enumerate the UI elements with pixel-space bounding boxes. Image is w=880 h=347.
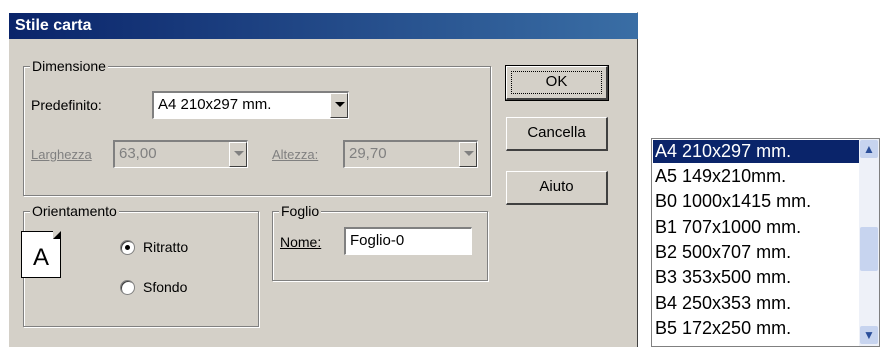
portrait-paper-icon: A xyxy=(21,231,61,278)
sfondo-label[interactable]: Sfondo xyxy=(143,279,187,295)
scrollbar-thumb[interactable] xyxy=(860,227,878,271)
aiuto-label: Aiuto xyxy=(539,178,574,195)
dialog-title: Stile carta xyxy=(15,17,92,34)
altezza-label: Altezza: xyxy=(272,147,319,162)
focus-rectangle xyxy=(511,71,602,94)
list-item[interactable]: B1 707x1000 mm. xyxy=(653,216,860,239)
predefinito-value: A4 210x297 mm. xyxy=(158,96,272,113)
list-item[interactable]: A5 149x210mm. xyxy=(653,165,860,188)
altezza-select: 29,70 xyxy=(343,140,478,168)
altezza-value: 29,70 xyxy=(349,145,387,162)
foglio-legend: Foglio xyxy=(279,203,322,219)
list-item[interactable]: B3 353x500 mm. xyxy=(653,266,860,289)
ritratto-radio[interactable] xyxy=(120,240,135,255)
nome-label: Nome: xyxy=(280,234,322,250)
scroll-up-icon[interactable]: ▲ xyxy=(860,140,878,158)
list-item[interactable]: A4 210x297 mm. xyxy=(653,140,860,163)
chevron-down-icon xyxy=(464,151,474,156)
chevron-down-icon xyxy=(335,102,345,107)
radio-selected-dot xyxy=(125,245,130,250)
predefinito-label: Predefinito: xyxy=(31,97,102,113)
sfondo-radio[interactable] xyxy=(120,280,135,295)
larghezza-value: 63,00 xyxy=(119,145,157,162)
dimensione-legend: Dimensione xyxy=(30,58,108,74)
aiuto-button[interactable]: Aiuto xyxy=(506,171,608,205)
ritratto-label[interactable]: Ritratto xyxy=(143,239,188,255)
nome-input[interactable]: Foglio-0 xyxy=(344,227,472,255)
altezza-dropdown-button xyxy=(459,142,477,167)
paper-letter: A xyxy=(32,244,49,271)
paper-size-listbox[interactable]: A4 210x297 mm. A5 149x210mm. B0 1000x141… xyxy=(651,138,880,347)
list-item[interactable]: B4 250x353 mm. xyxy=(653,292,860,315)
nome-value: Foglio-0 xyxy=(350,232,405,249)
larghezza-dropdown-button xyxy=(229,142,247,167)
list-item[interactable]: B0 1000x1415 mm. xyxy=(653,190,860,213)
scroll-down-icon[interactable]: ▼ xyxy=(860,326,878,344)
predefinito-dropdown-button[interactable] xyxy=(330,93,348,118)
cancella-label: Cancella xyxy=(527,124,586,141)
list-item[interactable]: B2 500x707 mm. xyxy=(653,241,860,264)
cancella-button[interactable]: Cancella xyxy=(506,117,608,151)
ok-button[interactable]: OK xyxy=(505,65,609,101)
chevron-down-icon xyxy=(234,151,244,156)
cropped-heading-strip xyxy=(0,0,880,12)
dimensione-group: Dimensione xyxy=(23,58,491,196)
larghezza-select: 63,00 xyxy=(113,140,248,168)
predefinito-select[interactable]: A4 210x297 mm. xyxy=(152,91,349,119)
title-bar[interactable]: Stile carta xyxy=(9,13,638,39)
list-item[interactable]: B5 172x250 mm. xyxy=(653,317,860,340)
paper-style-dialog: Stile carta Dimensione Predefinito: A4 2… xyxy=(8,12,638,347)
orientamento-legend: Orientamento xyxy=(30,203,119,219)
vertical-scrollbar[interactable]: ▲ ▼ xyxy=(859,139,879,346)
larghezza-label: Larghezza xyxy=(31,147,92,162)
